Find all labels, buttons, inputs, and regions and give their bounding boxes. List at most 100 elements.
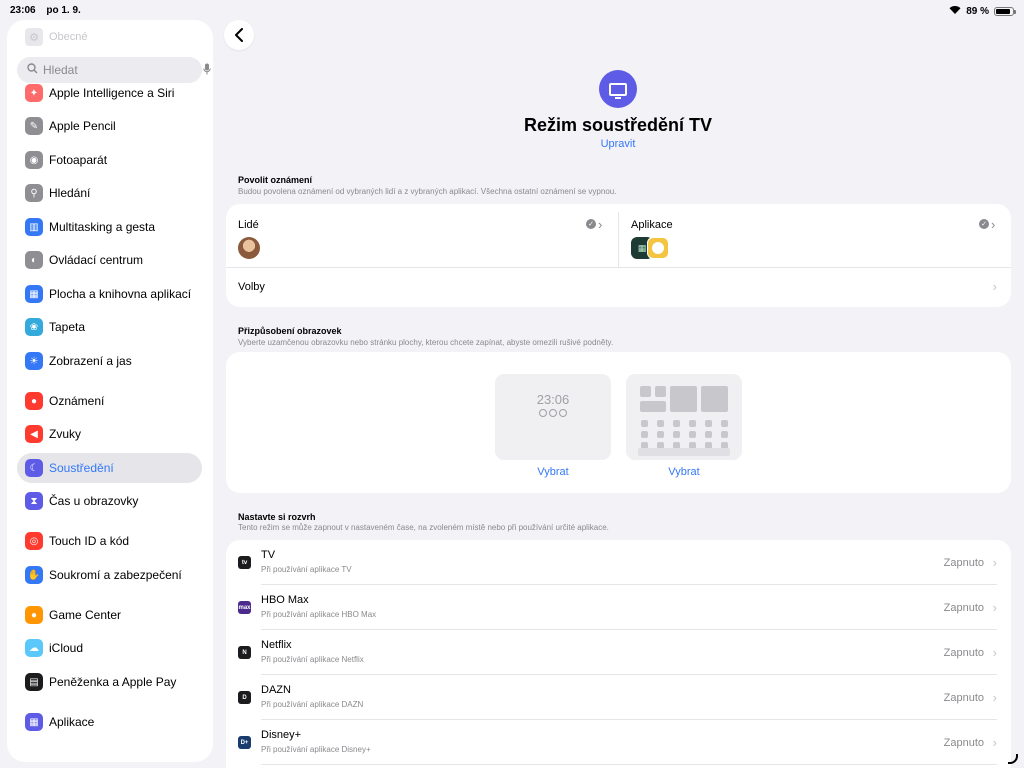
wallet-icon: ▤ xyxy=(25,673,43,691)
schedule-app-subtitle: Při používání aplikace HBO Max xyxy=(261,610,377,619)
search-input[interactable] xyxy=(43,63,198,77)
sidebar-item[interactable]: ▥ Multitasking a gesta xyxy=(17,212,202,242)
schedule-state: Zapnuto xyxy=(943,557,984,569)
schedule-app-name: TV xyxy=(261,549,276,561)
page-title: Režim soustředění TV xyxy=(523,115,713,135)
chevron-right-icon: › xyxy=(992,690,997,705)
apps-icon: ▦ xyxy=(25,713,43,731)
microphone-icon[interactable] xyxy=(203,63,211,78)
sidebar-item-label: Touch ID a kód xyxy=(49,534,130,548)
sidebar-item[interactable]: ⧗ Čas u obrazovky xyxy=(17,486,202,516)
app-placeholder xyxy=(673,420,680,427)
app-placeholder xyxy=(673,431,680,438)
schedule-state: Zapnuto xyxy=(943,737,984,749)
sidebar-item[interactable]: ☾ Soustředění xyxy=(17,453,202,483)
app-placeholder xyxy=(641,431,648,438)
sidebar-item-label: Apple Intelligence a Siri xyxy=(49,86,175,100)
screens-subtitle: Vyberte uzamčenou obrazovku nebo stránku… xyxy=(238,338,614,347)
sidebar-item[interactable]: ☀ Zobrazení a jas xyxy=(17,346,202,376)
sidebar-item[interactable]: ▦ Aplikace xyxy=(17,707,202,737)
battery-fill xyxy=(996,8,1011,14)
battery-icon xyxy=(994,6,1016,16)
sidebar-item[interactable]: ▦ Plocha a knihovna aplikací xyxy=(17,279,202,309)
chevron-right-icon: › xyxy=(992,555,997,570)
status-bar: 23:06 po 1. 9. 89 % xyxy=(0,0,1024,20)
schedule-app-name: Netflix xyxy=(261,639,292,651)
gear-icon: ⚙ xyxy=(25,28,43,46)
sidebar-item-label: iCloud xyxy=(49,641,84,655)
schedule-row[interactable]: max HBO Max Při používání aplikace HBO Max… xyxy=(226,585,1011,630)
sidebar-item[interactable]: ✋ Soukromí a zabezpečení xyxy=(17,560,202,590)
game-center-icon: ● xyxy=(25,606,43,624)
battery-percent: 89 % xyxy=(966,5,989,17)
lock-screen-time: 23:06 xyxy=(536,392,570,407)
multitasking-icon: ▥ xyxy=(25,218,43,236)
apps-label: Aplikace xyxy=(631,219,673,231)
screens-header: Přizpůsobení obrazovek xyxy=(238,326,342,336)
people-cell[interactable]: Lidé ✓ › xyxy=(226,204,618,267)
schedule-row[interactable]: N Netflix Při používání aplikace Netflix Za… xyxy=(226,630,1011,675)
sidebar-item-general[interactable]: ⚙ Obecné xyxy=(25,28,88,46)
sidebar-item[interactable]: ▤ Peněženka a Apple Pay xyxy=(17,667,202,697)
sidebar-item[interactable]: ☁ iCloud xyxy=(17,633,202,663)
dock xyxy=(638,448,730,456)
schedule-row[interactable]: D+ Disney+ Při používání aplikace Disney+ Z… xyxy=(226,720,1011,765)
edit-link[interactable]: Upravit xyxy=(226,138,1010,150)
schedule-row[interactable]: D DAZN Při používání aplikace DAZN Zapnuto › xyxy=(226,675,1011,720)
screen-time-icon: ⧗ xyxy=(25,492,43,510)
app-placeholder xyxy=(657,431,664,438)
chevron-left-icon xyxy=(235,28,243,42)
sidebar-item-label: Obecné xyxy=(49,31,88,43)
sidebar-item[interactable]: ◀ Zvuky xyxy=(17,419,202,449)
sidebar-item[interactable]: ◐ Ovládací centrum xyxy=(17,245,202,275)
control-center-icon: ◐ xyxy=(25,251,43,269)
sounds-icon: ◀ xyxy=(25,425,43,443)
sidebar-item[interactable]: ✎ Apple Pencil xyxy=(17,111,202,141)
checkmark-icon: ✓ xyxy=(979,219,989,229)
sidebar-item[interactable]: ✦ Apple Intelligence a Siri xyxy=(17,78,202,108)
schedule-subtitle: Tento režim se může zapnout v nastaveném… xyxy=(238,523,609,532)
search-icon: ⚲ xyxy=(25,184,43,202)
sidebar-item[interactable]: ◎ Touch ID a kód xyxy=(17,526,202,556)
app-placeholder xyxy=(705,420,712,427)
notifications-icon: ● xyxy=(25,392,43,410)
sidebar: ⚙ Obecné ✦ Apple Intelligence a Siri ✎ Appl… xyxy=(7,20,213,762)
schedule-app-subtitle: Při používání aplikace Disney+ xyxy=(261,745,371,754)
choose-home-screen-button[interactable]: Vybrat xyxy=(626,466,742,478)
choose-lock-screen-button[interactable]: Vybrat xyxy=(495,466,611,478)
tv-focus-icon xyxy=(599,70,637,108)
lock-screen-widgets xyxy=(495,409,611,417)
schedule-state: Zapnuto xyxy=(943,692,984,704)
sidebar-item[interactable]: ❀ Tapeta xyxy=(17,312,202,342)
options-row[interactable]: Volby › xyxy=(226,267,1011,307)
sidebar-item-label: Oznámení xyxy=(49,394,105,408)
schedule-app-name: Disney+ xyxy=(261,729,302,741)
sidebar-item-label: Game Center xyxy=(49,608,122,622)
schedule-state: Zapnuto xyxy=(943,647,984,659)
app-placeholder xyxy=(689,420,696,427)
camera-icon: ◉ xyxy=(25,151,43,169)
sidebar-item[interactable]: ◉ Fotoaparát xyxy=(17,145,202,175)
chevron-right-icon: › xyxy=(991,217,996,232)
sidebar-item-label: Soukromí a zabezpečení xyxy=(49,568,182,582)
sidebar-item-label: Plocha a knihovna aplikací xyxy=(49,287,192,301)
back-button[interactable] xyxy=(224,20,254,50)
allow-notifications-header: Povolit oznámení xyxy=(238,175,313,185)
sidebar-item[interactable]: ● Game Center xyxy=(17,600,202,630)
app-placeholder xyxy=(641,420,648,427)
schedule-row[interactable]: tv TV Při používání aplikace TV Zapnuto › xyxy=(226,540,1011,585)
sidebar-item-label: Zobrazení a jas xyxy=(49,354,132,368)
pencil-icon: ✎ xyxy=(25,117,43,135)
search-icon xyxy=(27,63,38,77)
wallpaper-icon: ❀ xyxy=(25,318,43,336)
chevron-right-icon: › xyxy=(598,217,603,232)
divider xyxy=(261,764,997,765)
sidebar-item[interactable]: ● Oznámení xyxy=(17,386,202,416)
apps-cell[interactable]: Aplikace ✓ › xyxy=(619,204,1011,267)
sidebar-item[interactable]: ⚲ Hledání xyxy=(17,178,202,208)
home-screen-preview[interactable] xyxy=(626,374,742,460)
sidebar-item-label: Aplikace xyxy=(49,715,95,729)
brightness-icon: ☀ xyxy=(25,352,43,370)
lock-screen-preview[interactable]: 23:06 xyxy=(495,374,611,460)
status-time: 23:06 xyxy=(10,5,36,16)
